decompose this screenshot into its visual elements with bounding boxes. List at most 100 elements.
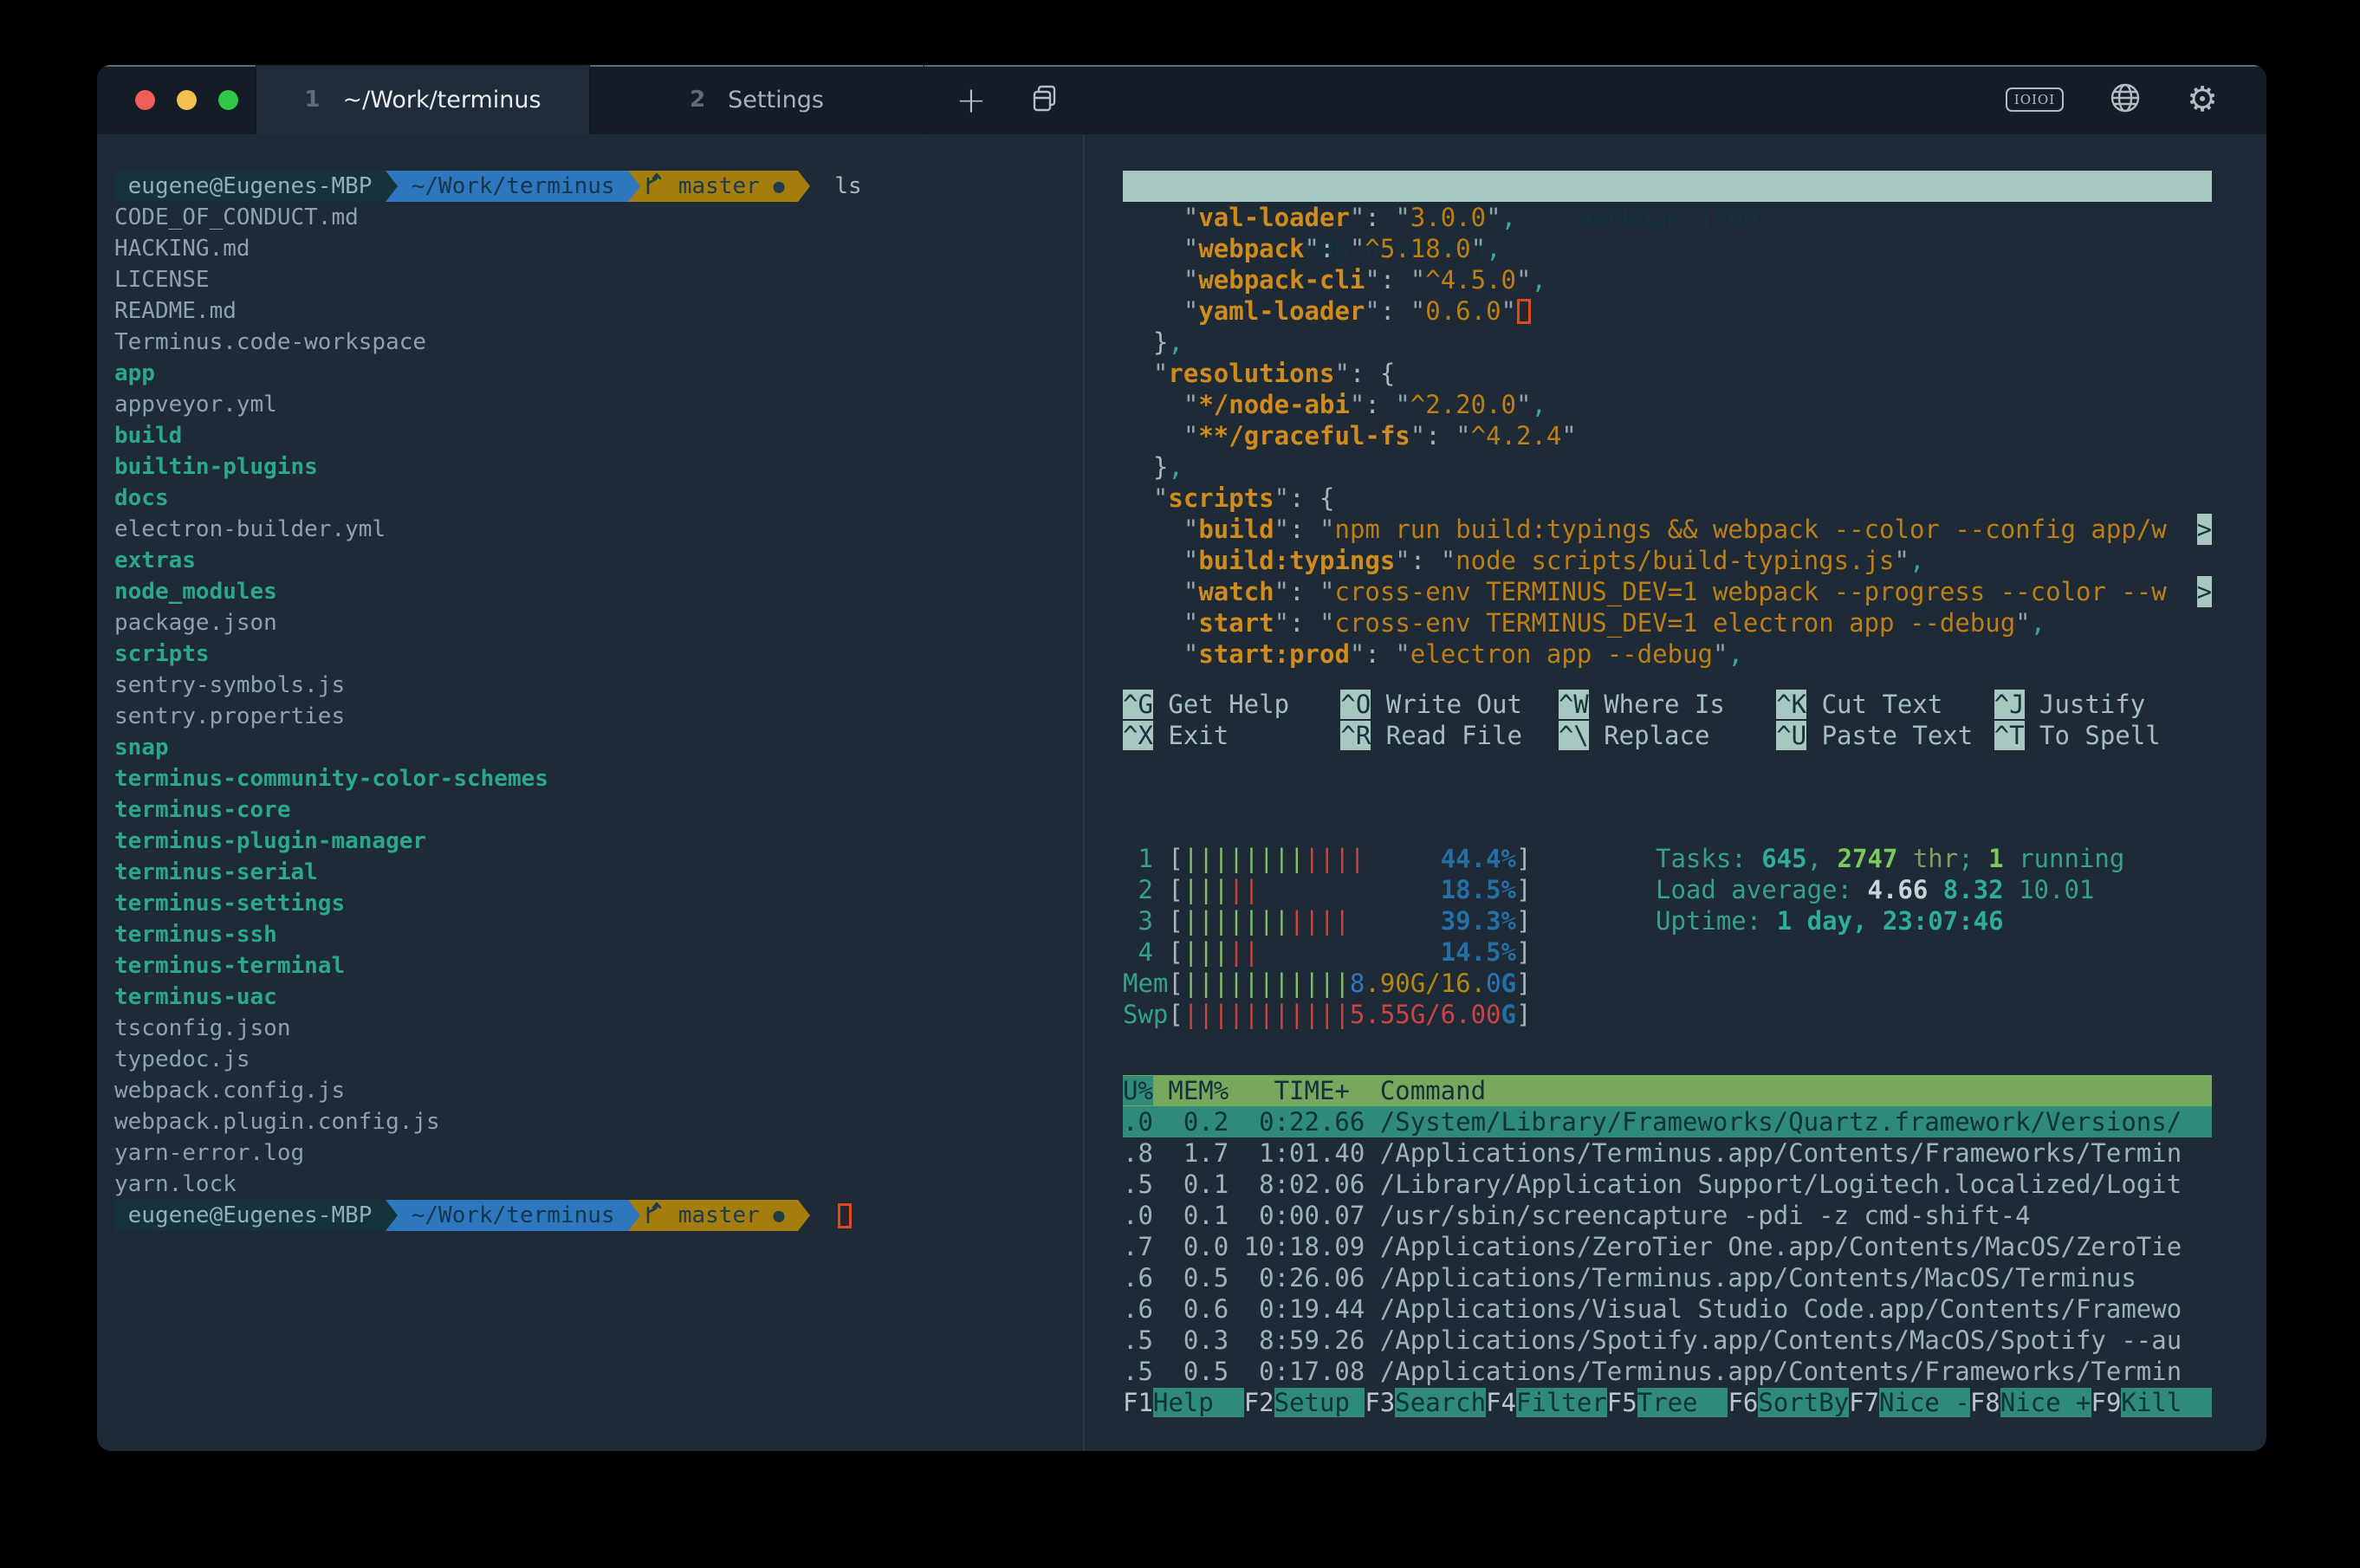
text-segment: 39.3% (1441, 906, 1516, 936)
text-segment: " (1350, 203, 1365, 232)
fkey-key[interactable]: F9 (2091, 1388, 2122, 1417)
fkey-key[interactable]: F2 (1244, 1388, 1274, 1417)
text-segment: " (1123, 483, 1168, 513)
tab-settings[interactable]: 2 Settings (590, 65, 924, 134)
text-segment (1259, 875, 1441, 904)
close-button[interactable] (135, 90, 155, 110)
text-segment: ||||||||||| (1183, 969, 1350, 998)
text-segment: start (1198, 608, 1274, 638)
text-segment: } (1123, 452, 1168, 482)
nano-shortcut: ^W Where Is (1559, 689, 1776, 720)
text-segment: " (1516, 390, 1531, 419)
text-segment: : (1365, 390, 1395, 419)
text-segment: " (1123, 390, 1198, 419)
text-segment: " (1441, 546, 1456, 575)
shortcut-label: Get Help (1153, 690, 1289, 719)
text-segment: watch (1198, 577, 1274, 606)
nano-shortcut: ^X Exit (1123, 720, 1340, 751)
shell-prompt-line-current: eugene@Eugenes-MBP ~/Work/terminus maste… (114, 1200, 1083, 1231)
text-segment: " (1486, 203, 1501, 232)
file-name: HACKING.md (114, 236, 250, 262)
typed-command: ls (834, 171, 861, 202)
nano-line: "val-loader": "3.0.0", (1123, 202, 2212, 233)
globe-icon[interactable] (2109, 81, 2142, 118)
file-entry: terminus-terminal (114, 950, 1083, 982)
shortcut-key: ^J (1994, 690, 2025, 719)
htop-process-table: U% MEM% TIME+ Command.0 0.2 0:22.66 /Sys… (1123, 1075, 2212, 1387)
shortcut-key: ^O (1340, 690, 1371, 719)
text-segment: " (1319, 608, 1334, 638)
text-segment: Uptime: (1656, 906, 1777, 936)
fkey-key[interactable]: F6 (1728, 1388, 1758, 1417)
text-segment: [ (1168, 1000, 1183, 1029)
text-segment: ] (1516, 906, 1531, 936)
text-segment: 4 (1123, 937, 1168, 967)
text-segment: [ (1168, 875, 1183, 904)
file-name: package.json (114, 610, 277, 636)
text-segment: " (1123, 203, 1198, 232)
fkey-action[interactable]: Tree (1637, 1388, 1728, 1417)
fkey-key[interactable]: F5 (1607, 1388, 1637, 1417)
text-segment: [ (1168, 844, 1183, 873)
fkey-action[interactable]: Nice - (1879, 1388, 1970, 1417)
text-segment: " (1123, 546, 1198, 575)
fkey-action[interactable]: Search (1395, 1388, 1486, 1417)
traffic-lights (97, 65, 256, 134)
fkey-action[interactable]: Kill (2121, 1388, 2212, 1417)
fkey-key[interactable]: F7 (1849, 1388, 1879, 1417)
file-name: yarn.lock (114, 1171, 237, 1197)
minimize-button[interactable] (177, 90, 197, 110)
text-segment: : (1365, 639, 1395, 669)
text-segment: " (1713, 639, 1728, 669)
terminal-pane[interactable]: eugene@Eugenes-MBP ~/Work/terminus maste… (97, 134, 1085, 1451)
text-segment: 18.5% (1441, 875, 1516, 904)
directory-name: build (114, 423, 182, 449)
fkey-key[interactable]: F3 (1365, 1388, 1395, 1417)
fkey-action[interactable]: Nice + (2000, 1388, 2091, 1417)
text-segment: : (1289, 515, 1319, 544)
fkey-key[interactable]: F1 (1123, 1388, 1153, 1417)
text-segment: : (1350, 359, 1380, 388)
settings-gear-icon[interactable]: ⚙ (2187, 82, 2218, 117)
fkey-key[interactable]: F4 (1486, 1388, 1516, 1417)
file-entry: snap (114, 732, 1083, 763)
text-segment: G (1501, 1000, 1516, 1029)
serial-ports-icon[interactable]: IOIOI (2006, 87, 2064, 112)
nano-line: "*/node-abi": "^2.20.0", (1123, 389, 2212, 420)
new-tab-button[interactable]: + (937, 65, 1006, 134)
duplicate-icon (1029, 82, 1060, 117)
meter-line: 4 [||||| 14.5%] (1123, 936, 2266, 968)
fkey-action[interactable]: Filter (1516, 1388, 1607, 1417)
fkey-action[interactable]: Setup (1274, 1388, 1365, 1417)
git-dirty-dot: ● (773, 176, 784, 198)
split-pane-button[interactable] (1006, 65, 1084, 134)
shortcut-label: Exit (1153, 721, 1229, 750)
text-segment: ||||||| (1183, 906, 1289, 936)
fkey-action[interactable]: Help (1153, 1388, 1244, 1417)
text-segment: " (1395, 639, 1410, 669)
fkey-action[interactable]: SortBy (1758, 1388, 1849, 1417)
text-segment: node scripts/build-typings.js (1456, 546, 1894, 575)
tab-index: 2 (690, 87, 705, 113)
text-segment: 1 (1988, 844, 2003, 873)
editor-pane[interactable]: package.json GNU nano 4.5 "val-loader": … (1085, 134, 2266, 1451)
fkey-key[interactable]: F8 (1970, 1388, 2000, 1417)
zoom-button[interactable] (218, 90, 238, 110)
directory-name: docs (114, 485, 169, 511)
file-entry: typedoc.js (114, 1044, 1083, 1075)
directory-name: terminus-serial (114, 859, 318, 885)
text-segment: cross-env TERMINUS_DEV=1 electron app --… (1334, 608, 2015, 638)
shortcut-label: Write Out (1371, 690, 1522, 719)
tab-work-terminus[interactable]: 1 ~/Work/terminus (256, 65, 590, 134)
nano-titlebar: package.json GNU nano 4.5 (1123, 171, 2212, 202)
text-segment: " (1274, 608, 1289, 638)
text-segment: " (1516, 265, 1531, 295)
text-segment: , (1501, 203, 1516, 232)
text-segment: ] (1516, 844, 1531, 873)
text-segment: running (2004, 844, 2125, 873)
process-table-header: U% MEM% TIME+ Command (1123, 1075, 2212, 1106)
nano-shortcut-bar: ^G Get Help^O Write Out^W Where Is^K Cut… (1123, 689, 2212, 751)
nano-buffer: "val-loader": "3.0.0", "webpack": "^5.18… (1123, 202, 2212, 670)
text-segment: 8.32 (1943, 875, 2019, 904)
text-segment: ] (1516, 937, 1531, 967)
